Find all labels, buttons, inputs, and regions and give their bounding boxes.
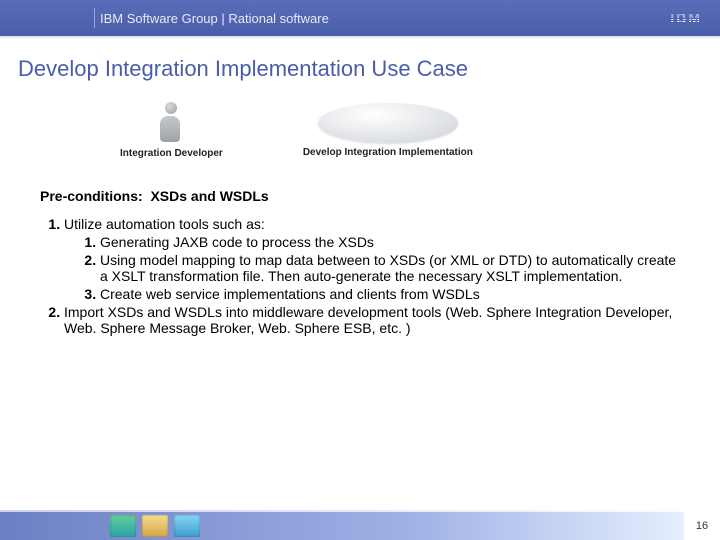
body-content: Pre-conditions: XSDs and WSDLs Utilize a… — [40, 188, 684, 336]
footer-icon — [174, 515, 200, 537]
ellipse-icon — [318, 103, 458, 143]
footer-bar — [0, 512, 684, 540]
preconditions-value: XSDs and WSDLs — [150, 188, 268, 204]
usecase-node: Develop Integration Implementation — [303, 103, 473, 158]
preconditions: Pre-conditions: XSDs and WSDLs — [40, 188, 684, 204]
ibm-logo: IBM — [670, 10, 702, 26]
actor: Integration Developer — [120, 102, 223, 159]
step-2-text: Import XSDs and WSDLs into middleware de… — [64, 304, 672, 336]
steps-list: Utilize automation tools such as: Genera… — [46, 216, 684, 336]
step-1-text: Utilize automation tools such as: — [64, 216, 265, 232]
footer-icon — [142, 515, 168, 537]
preconditions-label: Pre-conditions: — [40, 188, 143, 204]
usecase-diagram: Integration Developer Develop Integratio… — [120, 90, 720, 170]
person-icon — [160, 102, 182, 144]
header-underline — [0, 36, 720, 38]
step-1-3-text: Create web service implementations and c… — [100, 286, 480, 302]
step-1-sublist: Generating JAXB code to process the XSDs… — [82, 234, 684, 302]
header-divider — [94, 8, 95, 28]
step-1-1-text: Generating JAXB code to process the XSDs — [100, 234, 374, 250]
usecase-label: Develop Integration Implementation — [303, 147, 473, 158]
slide-title: Develop Integration Implementation Use C… — [18, 56, 720, 82]
step-1: Utilize automation tools such as: Genera… — [64, 216, 684, 302]
header-text: IBM Software Group | Rational software — [100, 11, 329, 26]
step-1-3: Create web service implementations and c… — [100, 286, 684, 302]
step-1-2-text: Using model mapping to map data between … — [100, 252, 676, 284]
slide-footer: 16 — [0, 512, 720, 540]
step-1-2: Using model mapping to map data between … — [100, 252, 684, 284]
step-2: Import XSDs and WSDLs into middleware de… — [64, 304, 684, 336]
step-1-1: Generating JAXB code to process the XSDs — [100, 234, 684, 250]
footer-icon — [110, 515, 136, 537]
page-number: 16 — [684, 512, 720, 540]
actor-label: Integration Developer — [120, 148, 223, 159]
slide-header: IBM Software Group | Rational software I… — [0, 0, 720, 36]
footer-icons — [110, 512, 200, 540]
